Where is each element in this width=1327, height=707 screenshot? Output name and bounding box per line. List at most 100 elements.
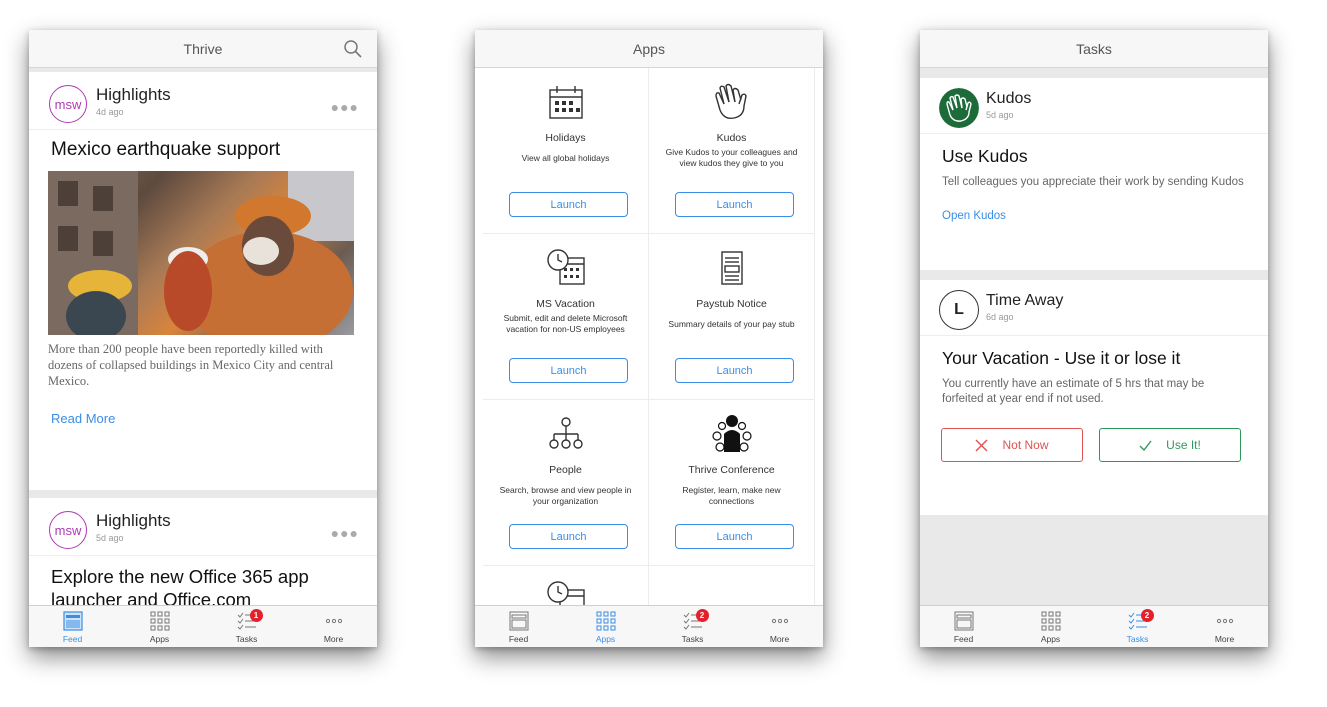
not-now-button[interactable]: Not Now (941, 428, 1083, 462)
feed-icon (509, 611, 528, 631)
task-source: Time Away (986, 292, 1064, 309)
tasks-screen: Tasks Kudos 5d ago Use Kudos Tell collea… (920, 30, 1268, 647)
more-dots-icon (1216, 618, 1233, 624)
calendar-icon (548, 86, 583, 119)
feed-screen: Thrive msw Highlights 4d ago ●●● Mexico … (29, 30, 377, 647)
tab-label: Feed (62, 634, 83, 644)
launch-button[interactable]: Launch (509, 358, 628, 383)
feed-card[interactable]: msw Highlights 5d ago ●●● Explore the ne… (29, 498, 377, 605)
card-headline: Mexico earthquake support (51, 139, 281, 160)
card-header: msw Highlights 4d ago ●●● (29, 72, 377, 130)
task-title: Use Kudos (942, 146, 1028, 166)
apps-screen: Apps Holidays View all global holidays L… (475, 30, 823, 647)
tab-label: Apps (595, 634, 616, 644)
feed-card[interactable]: msw Highlights 4d ago ●●● Mexico earthqu… (29, 72, 377, 490)
search-icon[interactable] (343, 39, 363, 59)
app-tile-holidays[interactable]: Holidays View all global holidays Launch (483, 68, 649, 234)
tab-bar: Feed Apps 1 Tasks More (29, 605, 377, 647)
tab-tasks[interactable]: 2 Tasks (1094, 606, 1181, 647)
tasks-badge: 2 (695, 609, 709, 622)
tab-apps[interactable]: Apps (1007, 606, 1094, 647)
launch-button[interactable]: Launch (675, 358, 794, 383)
more-dots-icon (771, 618, 788, 624)
apps-grid-icon (150, 611, 169, 631)
checkmark-icon (1139, 440, 1152, 451)
card-time: 5d ago (96, 533, 124, 543)
task-card-header: Kudos 5d ago (920, 78, 1268, 134)
tab-more[interactable]: More (736, 606, 823, 647)
card-time: 4d ago (96, 107, 124, 117)
avatar: msw (49, 85, 87, 123)
task-card-header: L Time Away 6d ago (920, 280, 1268, 336)
app-description: Search, browse and view people in your o… (499, 485, 632, 506)
app-name: Paystub Notice (696, 298, 767, 310)
tab-label: Feed (508, 634, 529, 644)
app-tile-kudos[interactable]: Kudos Give Kudos to your colleagues and … (649, 68, 815, 234)
open-kudos-link[interactable]: Open Kudos (920, 190, 1268, 222)
launch-button[interactable]: Launch (509, 524, 628, 549)
app-description: View all global holidays (521, 153, 610, 163)
app-description: Submit, edit and delete Microsoft vacati… (503, 313, 628, 334)
apps-grid[interactable]: Holidays View all global holidays Launch… (475, 68, 823, 605)
tab-apps[interactable]: Apps (562, 606, 649, 647)
top-bar: Apps (475, 30, 823, 68)
top-bar: Thrive (29, 30, 377, 68)
kudos-hands-icon (939, 88, 979, 128)
use-it-button[interactable]: Use It! (1099, 428, 1241, 462)
tab-feed[interactable]: Feed (29, 606, 116, 647)
task-card-time-away[interactable]: L Time Away 6d ago Your Vacation - Use i… (920, 280, 1268, 515)
task-card-kudos[interactable]: Kudos 5d ago Use Kudos Tell colleagues y… (920, 78, 1268, 270)
app-description: Register, learn, make new connections (682, 485, 781, 506)
launch-button[interactable]: Launch (675, 192, 794, 217)
launch-button[interactable]: Launch (675, 524, 794, 549)
app-tile-empty (649, 566, 815, 605)
card-source: Highlights (96, 511, 171, 530)
task-body: Tell colleagues you appreciate their wor… (942, 176, 1244, 188)
app-tile-paystub[interactable]: Paystub Notice Summary details of your p… (649, 234, 815, 400)
clock-calendar-icon (546, 581, 585, 605)
page-title: Thrive (183, 40, 223, 57)
tab-feed[interactable]: Feed (475, 606, 562, 647)
tab-label: Tasks (1126, 634, 1149, 644)
app-name: MS Vacation (536, 298, 595, 310)
more-options-icon[interactable]: ●●● (331, 525, 359, 541)
tab-label: Apps (1040, 634, 1061, 644)
close-icon (975, 439, 988, 451)
launch-button[interactable]: Launch (509, 192, 628, 217)
tab-feed[interactable]: Feed (920, 606, 1007, 647)
app-tile-people[interactable]: People Search, browse and view people in… (483, 400, 649, 566)
app-name: Kudos (716, 132, 747, 144)
more-options-icon[interactable]: ●●● (331, 99, 359, 115)
tasks-list[interactable]: Kudos 5d ago Use Kudos Tell colleagues y… (920, 68, 1268, 605)
tab-more[interactable]: More (290, 606, 377, 647)
top-bar: Tasks (920, 30, 1268, 68)
tab-tasks[interactable]: 1 Tasks (203, 606, 290, 647)
app-tile-partial[interactable] (483, 566, 649, 605)
read-more-link[interactable]: Read More (29, 389, 377, 426)
app-name: People (549, 464, 582, 476)
app-description: Summary details of your pay stub (668, 319, 795, 329)
tab-label: More (1214, 634, 1235, 644)
card-header: msw Highlights 5d ago ●●● (29, 498, 377, 556)
tab-label: More (323, 634, 344, 644)
tab-more[interactable]: More (1181, 606, 1268, 647)
app-name: Holidays (545, 132, 586, 144)
tab-tasks[interactable]: 2 Tasks (649, 606, 736, 647)
clock-calendar-icon (546, 249, 585, 285)
news-photo[interactable] (48, 171, 354, 335)
tab-bar: Feed Apps 2 Tasks More (475, 605, 823, 647)
tab-bar: Feed Apps 2 Tasks More (920, 605, 1268, 647)
tab-label: Apps (149, 634, 170, 644)
apps-grid-icon (1041, 611, 1060, 631)
tab-label: More (769, 634, 790, 644)
tab-label: Tasks (235, 634, 258, 644)
button-label: Use It! (1166, 438, 1201, 452)
org-chart-icon (548, 417, 583, 449)
app-tile-ms-vacation[interactable]: MS Vacation Submit, edit and delete Micr… (483, 234, 649, 400)
app-tile-thrive-conference[interactable]: Thrive Conference Register, learn, make … (649, 400, 815, 566)
task-time: 6d ago (986, 312, 1014, 322)
tab-apps[interactable]: Apps (116, 606, 203, 647)
feed-list[interactable]: msw Highlights 4d ago ●●● Mexico earthqu… (29, 68, 377, 605)
feed-icon (954, 611, 973, 631)
app-name: Thrive Conference (688, 464, 775, 476)
